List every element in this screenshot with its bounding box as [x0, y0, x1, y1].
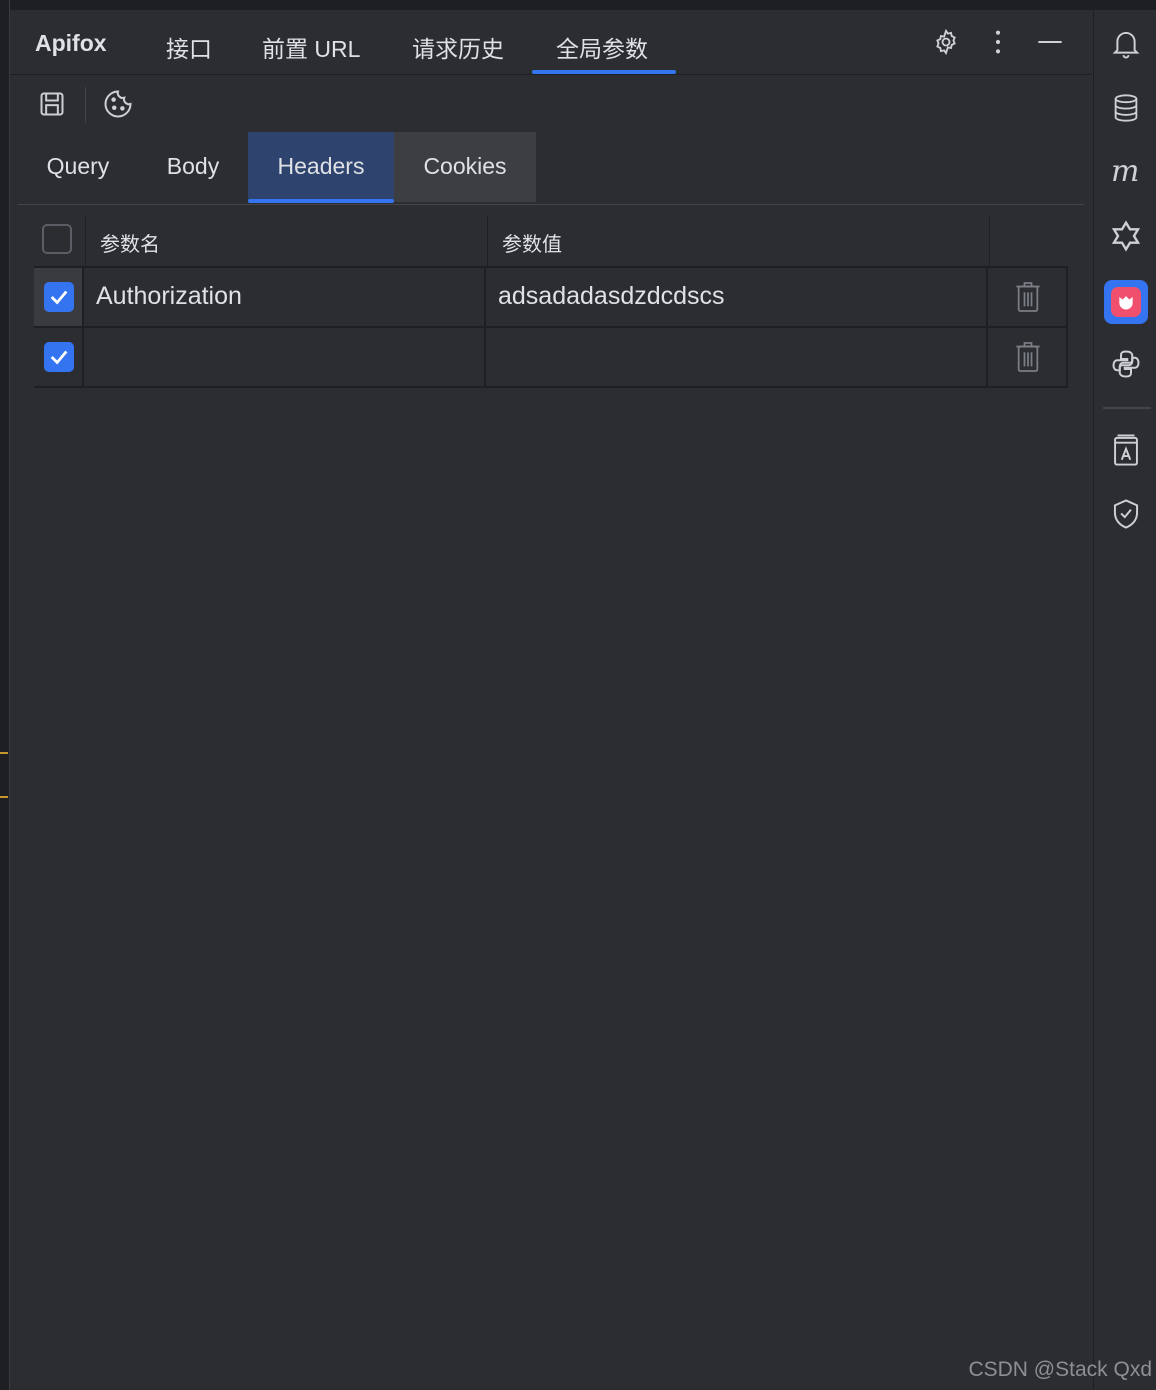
apifox-tool-window: Apifox 接口 前置 URL 请求历史 全局参数 Query Body He… — [10, 10, 1092, 1390]
column-divider — [986, 268, 988, 326]
apifox-logo — [1111, 287, 1141, 317]
editor-gutter-strip — [0, 0, 10, 1390]
param-type-tabs: Query Body Headers Cookies — [18, 132, 1084, 205]
tab-headers-label: Headers — [277, 153, 365, 179]
column-divider — [82, 328, 84, 386]
tab-request-history[interactable]: 请求历史 — [412, 30, 504, 64]
shield-check-icon[interactable] — [1108, 496, 1144, 532]
headers-table: 参数名 参数值 Authorization adsadadasdzdcdscs — [34, 216, 1068, 388]
svg-text:m: m — [1111, 157, 1139, 187]
tab-prefix-url[interactable]: 前置 URL — [262, 30, 360, 64]
column-divider — [484, 268, 486, 326]
column-divider — [989, 216, 990, 266]
trash-icon[interactable] — [1014, 340, 1042, 374]
tab-query[interactable]: Query — [18, 132, 138, 202]
toolbar-separator — [1103, 407, 1151, 409]
minimize-icon[interactable] — [1036, 28, 1064, 56]
tab-interface[interactable]: 接口 — [166, 30, 212, 64]
ai-assistant-icon[interactable] — [1108, 218, 1144, 254]
active-subtab-indicator — [248, 199, 394, 203]
database-icon[interactable] — [1108, 90, 1144, 126]
toolbar — [10, 75, 1092, 133]
gutter-marker — [0, 796, 8, 798]
column-divider — [82, 268, 84, 326]
tab-body[interactable]: Body — [138, 132, 248, 202]
column-header-name: 参数名 — [100, 234, 160, 256]
m-icon[interactable]: m — [1108, 154, 1144, 190]
window-top-border — [0, 0, 1156, 10]
row-enabled-checkbox[interactable] — [44, 282, 74, 312]
row-enabled-checkbox[interactable] — [44, 342, 74, 372]
select-all-checkbox[interactable] — [42, 224, 72, 254]
apifox-plugin-icon[interactable] — [1104, 280, 1148, 324]
table-header: 参数名 参数值 — [34, 216, 1068, 267]
right-tool-bar: m — [1093, 10, 1156, 1390]
column-header-value: 参数值 — [502, 234, 562, 256]
tab-cookies[interactable]: Cookies — [394, 132, 536, 202]
tab-global-params[interactable]: 全局参数 — [556, 30, 648, 64]
cookie-icon[interactable] — [103, 89, 133, 119]
toolbar-separator — [85, 87, 86, 123]
gear-icon[interactable] — [932, 28, 960, 56]
table-row — [34, 328, 1068, 388]
param-value-cell[interactable]: adsadadasdzdcdscs — [498, 282, 725, 311]
python-icon[interactable] — [1108, 346, 1144, 382]
gutter-marker — [0, 752, 8, 754]
column-divider — [484, 328, 486, 386]
table-row: Authorization adsadadasdzdcdscs — [34, 267, 1068, 328]
column-divider — [487, 216, 488, 266]
translate-icon[interactable] — [1108, 432, 1144, 468]
bell-icon[interactable] — [1108, 26, 1144, 62]
more-vertical-icon[interactable] — [984, 28, 1012, 56]
app-title: Apifox — [35, 30, 107, 56]
column-divider — [85, 216, 86, 266]
tab-headers[interactable]: Headers — [248, 132, 394, 203]
column-divider — [986, 328, 988, 386]
trash-icon[interactable] — [1014, 280, 1042, 314]
column-divider — [1066, 268, 1068, 326]
watermark: CSDN @Stack Qxd — [968, 1358, 1152, 1381]
active-tab-indicator — [532, 70, 676, 74]
tool-window-header: Apifox 接口 前置 URL 请求历史 全局参数 — [10, 10, 1092, 75]
param-name-cell[interactable]: Authorization — [96, 282, 242, 311]
save-icon[interactable] — [37, 89, 67, 119]
column-divider — [1066, 328, 1068, 386]
